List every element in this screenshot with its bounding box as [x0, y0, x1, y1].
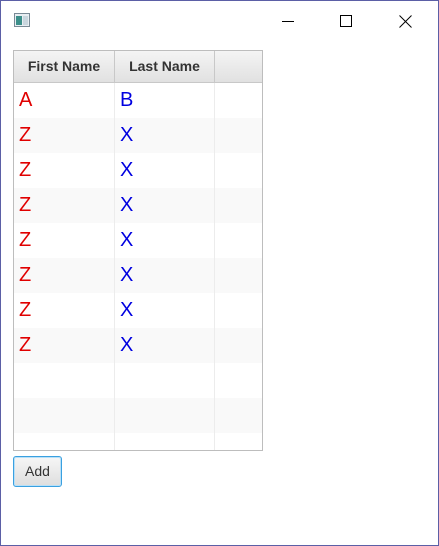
table-row[interactable]: Z X: [14, 153, 262, 188]
filler-cell: [215, 223, 262, 258]
people-table[interactable]: First Name Last Name A B Z X Z X Z X Z X…: [13, 50, 263, 451]
table-row[interactable]: Z X: [14, 293, 262, 328]
last-name-cell[interactable]: X: [115, 188, 215, 223]
table-row[interactable]: Z X: [14, 118, 262, 153]
table-row[interactable]: Z X: [14, 328, 262, 363]
table-row[interactable]: Z X: [14, 223, 262, 258]
table-body: A B Z X Z X Z X Z X Z X Z X Z X: [14, 83, 262, 450]
first-name-cell[interactable]: A: [14, 83, 115, 118]
maximize-button[interactable]: [317, 1, 375, 41]
first-name-cell[interactable]: Z: [14, 188, 115, 223]
last-name-cell[interactable]: X: [115, 153, 215, 188]
first-name-cell[interactable]: Z: [14, 293, 115, 328]
table-row-empty: [14, 363, 262, 398]
app-icon: [14, 13, 30, 27]
first-name-cell[interactable]: Z: [14, 328, 115, 363]
add-button[interactable]: Add: [13, 456, 62, 487]
minimize-icon: [282, 15, 294, 27]
close-button[interactable]: [376, 1, 434, 41]
filler-cell: [215, 83, 262, 118]
first-name-cell[interactable]: Z: [14, 258, 115, 293]
minimize-button[interactable]: [259, 1, 317, 41]
first-name-cell: [14, 398, 115, 433]
last-name-cell[interactable]: B: [115, 83, 215, 118]
filler-cell: [215, 118, 262, 153]
first-name-cell: [14, 363, 115, 398]
title-bar[interactable]: [1, 1, 438, 41]
close-icon: [398, 14, 412, 28]
first-name-cell[interactable]: Z: [14, 223, 115, 258]
filler-cell: [215, 398, 262, 433]
column-header-filler: [215, 51, 262, 82]
last-name-cell: [115, 433, 215, 450]
table-header: First Name Last Name: [14, 51, 262, 83]
column-header-first-name[interactable]: First Name: [14, 51, 115, 82]
table-row-empty: [14, 398, 262, 433]
last-name-cell[interactable]: X: [115, 223, 215, 258]
filler-cell: [215, 153, 262, 188]
table-row[interactable]: A B: [14, 83, 262, 118]
first-name-cell[interactable]: Z: [14, 118, 115, 153]
last-name-cell[interactable]: X: [115, 118, 215, 153]
app-window: First Name Last Name A B Z X Z X Z X Z X…: [0, 0, 439, 546]
filler-cell: [215, 433, 262, 450]
filler-cell: [215, 188, 262, 223]
filler-cell: [215, 328, 262, 363]
last-name-cell: [115, 398, 215, 433]
filler-cell: [215, 363, 262, 398]
table-row[interactable]: Z X: [14, 258, 262, 293]
table-row[interactable]: Z X: [14, 188, 262, 223]
last-name-cell[interactable]: X: [115, 328, 215, 363]
table-row-empty: [14, 433, 262, 450]
filler-cell: [215, 293, 262, 328]
last-name-cell: [115, 363, 215, 398]
last-name-cell[interactable]: X: [115, 258, 215, 293]
last-name-cell[interactable]: X: [115, 293, 215, 328]
first-name-cell[interactable]: Z: [14, 153, 115, 188]
maximize-icon: [340, 15, 352, 27]
column-header-last-name[interactable]: Last Name: [115, 51, 215, 82]
filler-cell: [215, 258, 262, 293]
first-name-cell: [14, 433, 115, 450]
